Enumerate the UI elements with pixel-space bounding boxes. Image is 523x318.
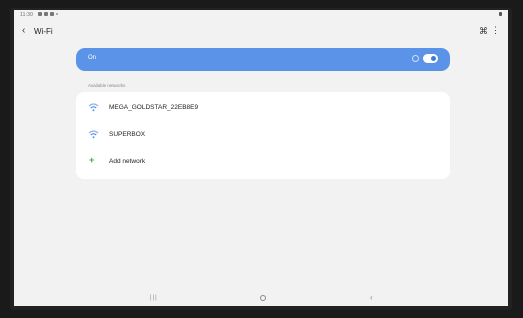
status-notification-icons <box>38 12 58 16</box>
navigation-bar: ||| ‹ <box>14 292 508 306</box>
status-time: 11:30 <box>20 12 34 18</box>
status-bar: 11:30 <box>14 10 508 20</box>
available-networks-label: Available networks <box>88 83 126 88</box>
more-notifications-dot-icon <box>56 13 58 15</box>
back-icon[interactable]: ‹ <box>370 293 373 302</box>
wifi-on-label: On <box>88 55 97 61</box>
network-item-superbox[interactable]: SUPERBOX <box>76 122 450 149</box>
gallery-notification-icon <box>38 12 42 16</box>
wifi-icon <box>88 103 99 112</box>
network-name: MEGA_GOLDSTAR_22EB8E9 <box>109 104 199 111</box>
network-list-card: MEGA_GOLDSTAR_22EB8E9 SUPERBOX + Add net… <box>76 92 450 179</box>
wifi-toggle-switch[interactable] <box>423 54 438 63</box>
plus-icon: + <box>89 155 95 165</box>
home-icon[interactable] <box>260 295 266 301</box>
add-network-button[interactable]: + Add network <box>76 149 450 176</box>
more-options-icon[interactable]: ⋮ <box>491 25 500 36</box>
app-bar: ‹ Wi-Fi ⌘ ⋮ <box>14 23 508 41</box>
wifi-icon <box>88 130 99 139</box>
toggle-ring-icon <box>412 55 419 62</box>
screen: 11:30 ‹ Wi-Fi ⌘ ⋮ On Available networks <box>14 10 508 306</box>
settings-notification-icon <box>44 12 48 16</box>
network-name: SUPERBOX <box>109 131 146 138</box>
recent-apps-icon[interactable]: ||| <box>150 295 158 301</box>
page-title: Wi-Fi <box>34 27 53 36</box>
wifi-direct-icon[interactable]: ⌘ <box>479 26 488 37</box>
wifi-master-toggle-bar[interactable]: On <box>76 48 450 71</box>
toggle-group <box>412 54 438 63</box>
app-notification-icon <box>50 12 54 16</box>
add-network-label: Add network <box>109 158 146 165</box>
network-item-mega-goldstar[interactable]: MEGA_GOLDSTAR_22EB8E9 <box>76 95 450 122</box>
toggle-knob <box>431 56 436 61</box>
battery-icon <box>499 12 502 16</box>
back-button[interactable]: ‹ <box>22 25 25 36</box>
